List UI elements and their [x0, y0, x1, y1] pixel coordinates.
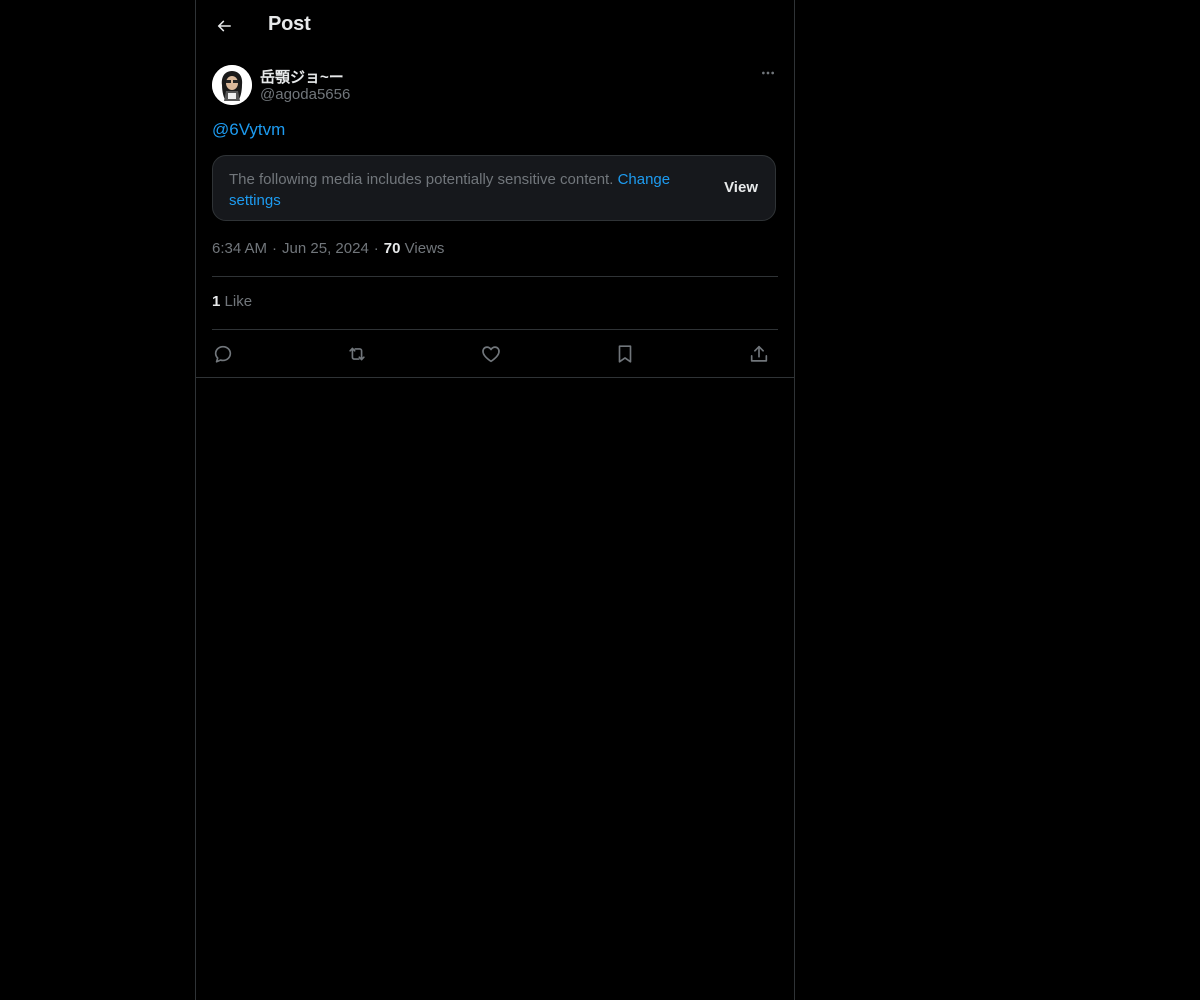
meta-separator: ·: [272, 240, 278, 257]
sensitive-notice-message: The following media includes potentially…: [229, 171, 614, 188]
divider: [212, 329, 778, 330]
author-row: 岳顎ジョ~ー @agoda5656: [212, 65, 778, 107]
post-meta: 6:34 AM · Jun 25, 2024 · 70 Views: [212, 240, 444, 257]
likes-count: 1: [212, 293, 221, 310]
views-count: 70: [383, 240, 401, 257]
repost-button[interactable]: [343, 340, 371, 368]
avatar[interactable]: [212, 65, 252, 105]
arrow-left-icon: [217, 20, 231, 32]
more-options-button[interactable]: [758, 63, 778, 83]
like-button[interactable]: [477, 340, 505, 368]
post-date[interactable]: Jun 25, 2024: [282, 240, 369, 257]
post-header: Post: [196, 0, 794, 53]
post-text-mention[interactable]: @6Vytvm: [212, 120, 285, 140]
bookmark-icon: [618, 345, 632, 363]
meta-separator: ·: [373, 240, 379, 257]
views-label: Views: [404, 240, 445, 257]
bookmark-button[interactable]: [611, 340, 639, 368]
sensitive-content-notice: The following media includes potentially…: [212, 155, 776, 221]
action-bar: [212, 340, 778, 368]
likes-summary[interactable]: 1 Like: [212, 293, 252, 310]
author-name[interactable]: 岳顎ジョ~ー: [260, 66, 344, 87]
repost-icon: [349, 347, 365, 361]
divider: [212, 276, 778, 277]
main-column: Post 岳顎ジョ~ー @agoda5656 @6Vytvm The follo…: [195, 0, 795, 1000]
author-handle[interactable]: @agoda5656: [260, 86, 350, 103]
reply-button[interactable]: [209, 340, 237, 368]
view-button[interactable]: View: [724, 179, 758, 196]
post-bottom-border: [196, 377, 794, 378]
back-button[interactable]: [206, 8, 242, 44]
likes-label: Like: [224, 293, 253, 310]
reply-icon: [214, 345, 232, 363]
share-button[interactable]: [745, 340, 773, 368]
heart-icon: [482, 346, 500, 363]
page-title: Post: [268, 13, 311, 35]
sensitive-notice-text: The following media includes potentially…: [229, 169, 709, 211]
share-icon: [750, 345, 768, 362]
avatar-image: [212, 65, 252, 105]
post-time[interactable]: 6:34 AM: [212, 240, 267, 257]
more-horizontal-icon: [762, 71, 774, 75]
